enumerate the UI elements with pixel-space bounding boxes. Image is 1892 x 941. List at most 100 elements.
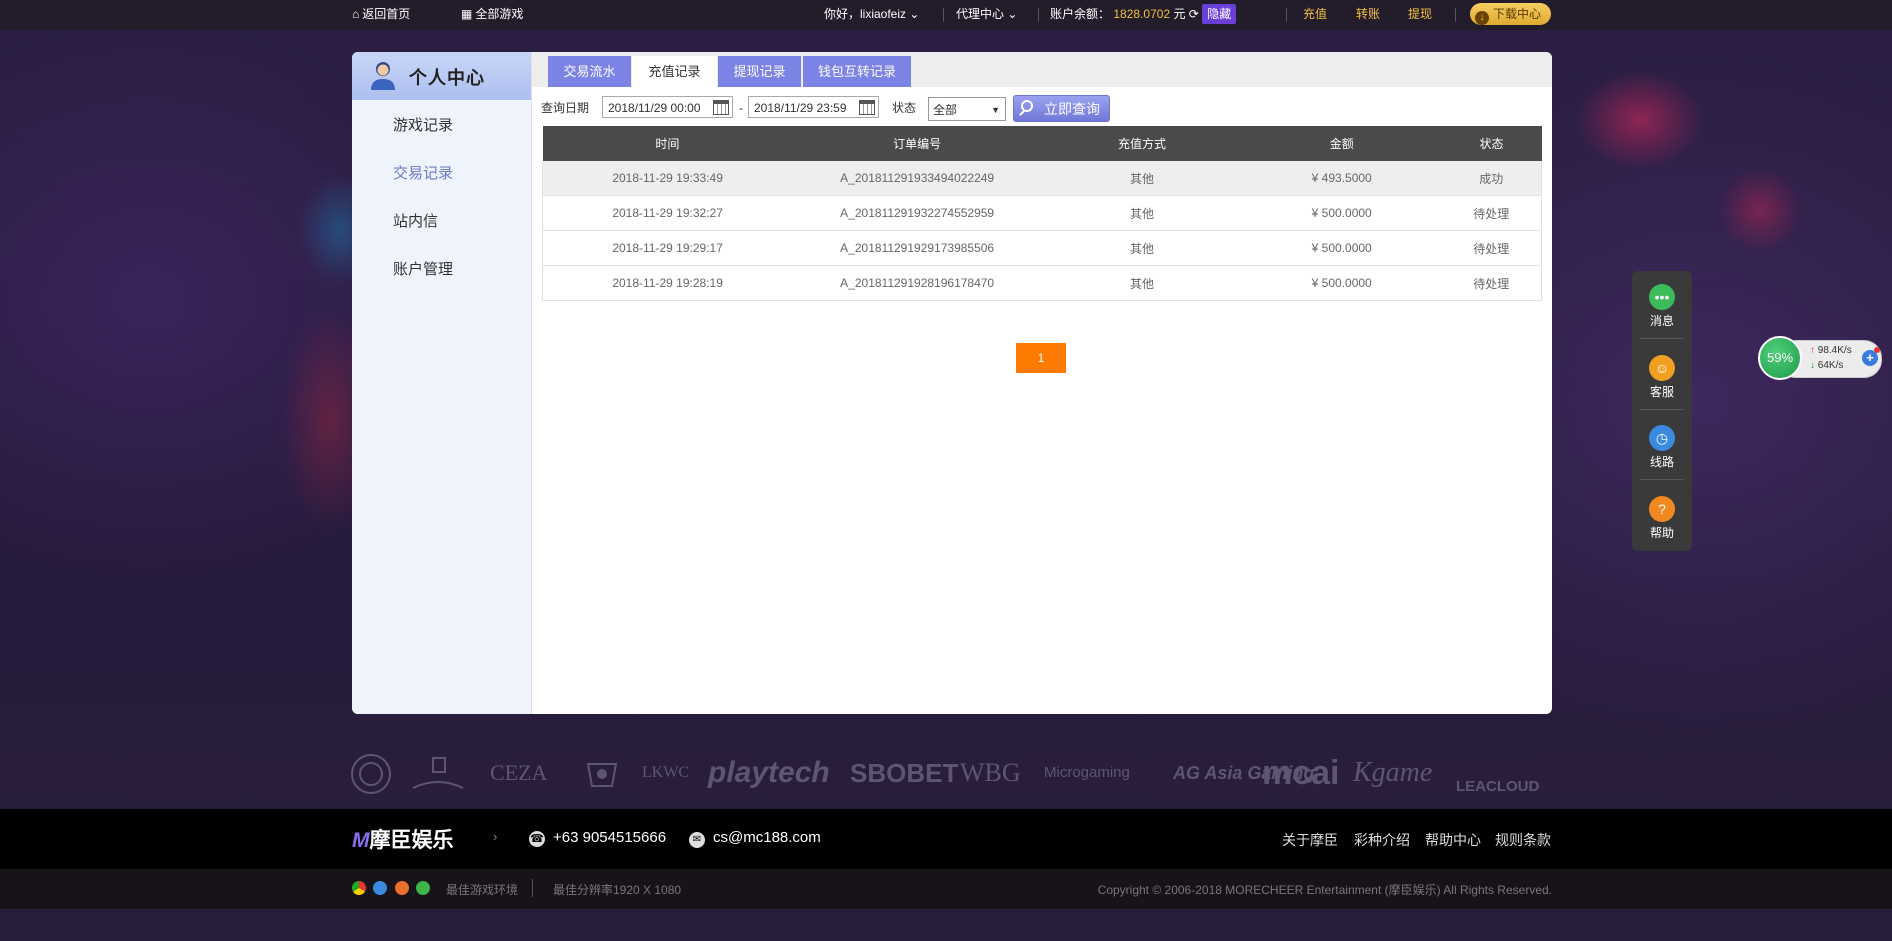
divider: [1455, 8, 1456, 22]
download-icon: ↓: [1475, 11, 1489, 25]
status-label: 状态: [892, 101, 917, 115]
footer-link-help[interactable]: 帮助中心: [1425, 830, 1481, 850]
footer-link-about[interactable]: 关于摩臣: [1282, 830, 1338, 850]
home-link[interactable]: ⌂ 返回首页: [352, 0, 410, 30]
cell-amount: ¥ 500.0000: [1241, 265, 1442, 301]
cell-order-no: A_201811291933494022249: [792, 161, 1043, 196]
dropdown-arrow-icon: ▼: [991, 105, 1000, 115]
footer-contact-bar: M摩臣娱乐 › ☎ +63 9054515666 ✉ cs@mc188.com 关于…: [0, 809, 1892, 869]
sidebar-title: 个人中心: [409, 68, 485, 88]
sidebar-item-inbox[interactable]: 站内信: [393, 210, 438, 231]
footer-link-terms[interactable]: 规则条款: [1495, 830, 1551, 850]
table-header-row: 时间 订单编号 充值方式 金额 状态: [542, 126, 1542, 161]
sidebar-item-game-records[interactable]: 游戏记录: [393, 114, 453, 135]
float-item-help[interactable]: ? 帮助: [1632, 496, 1692, 541]
crest-logo-icon: [408, 748, 468, 798]
col-header-order-no: 订单编号: [792, 126, 1043, 161]
date-label: 查询日期: [541, 101, 590, 115]
deposit-records-table: 时间 订单编号 充值方式 金额 状态 2018-11-29 19:33:49 A…: [542, 126, 1542, 301]
arrow-up-icon: ↑: [1810, 345, 1815, 356]
ie-icon: [373, 881, 388, 895]
float-item-support[interactable]: ☺ 客服: [1632, 355, 1692, 400]
footer-link-lottery[interactable]: 彩种介绍: [1354, 830, 1410, 850]
start-date-input[interactable]: 2018/11/29 00:00: [602, 96, 733, 118]
footer-phone: ☎ +63 9054515666: [529, 829, 667, 847]
logo-ceza: CEZA: [490, 760, 548, 785]
status-select[interactable]: 全部 ▼: [928, 97, 1006, 121]
pagination-page-1[interactable]: 1: [1016, 343, 1066, 373]
float-item-messages[interactable]: ••• 消息: [1632, 284, 1692, 329]
all-games-link[interactable]: ▦ 全部游戏: [461, 0, 523, 30]
cell-time: 2018-11-29 19:29:17: [542, 230, 793, 266]
agent-center-menu[interactable]: 代理中心 ⌄: [956, 0, 1017, 30]
firefox-icon: [394, 881, 409, 895]
sidebar-item-account[interactable]: 账户管理: [393, 258, 453, 279]
seal-logo-icon: [350, 748, 392, 798]
tab-wallet-transfer[interactable]: 钱包互转记录: [803, 56, 911, 87]
chevron-right-icon: ›: [493, 829, 498, 844]
withdraw-link[interactable]: 提现: [1408, 0, 1432, 30]
divider: [532, 879, 533, 897]
transfer-link[interactable]: 转账: [1356, 0, 1380, 30]
360-browser-icon: [416, 881, 431, 895]
browser-icons: [352, 881, 431, 898]
main-panel: 个人中心 游戏记录 交易记录 站内信 账户管理 交易流水 充值记录 提现记录 钱…: [352, 52, 1552, 714]
sidebar-header: 个人中心: [352, 52, 531, 100]
speed-percent: 59%: [1758, 336, 1802, 380]
hide-balance-button[interactable]: 隐藏: [1202, 4, 1237, 24]
logo-mcai: mcai: [1262, 754, 1340, 792]
tab-deposit-records[interactable]: 充值记录: [632, 56, 717, 87]
cell-method: 其他: [1042, 195, 1242, 231]
cell-status: 待处理: [1441, 195, 1542, 231]
best-resolution-text: 最佳分辨率1920 X 1080: [553, 883, 682, 897]
deposit-link[interactable]: 充值: [1303, 0, 1327, 30]
calendar-icon[interactable]: [859, 100, 875, 115]
logo-microgaming: Microgaming: [1044, 764, 1130, 781]
user-menu[interactable]: 你好，lixiaofeiz ⌄: [824, 0, 919, 30]
tab-withdraw-records[interactable]: 提现记录: [718, 56, 801, 87]
tab-bar: 交易流水 充值记录 提现记录 钱包互转记录: [532, 52, 1552, 87]
download-center-button[interactable]: ↓ 下载中心: [1470, 3, 1551, 25]
cell-method: 其他: [1042, 230, 1242, 266]
sidebar-item-transaction-records[interactable]: 交易记录: [393, 162, 453, 183]
cell-method: 其他: [1042, 265, 1242, 301]
help-icon: ?: [1649, 496, 1675, 522]
notification-dot: [1874, 347, 1880, 353]
balance-display: 账户余额： 1828.0702 元 ⟳ 隐藏: [1050, 0, 1237, 30]
table-row: 2018-11-29 19:28:19 A_201811291928196178…: [542, 265, 1542, 301]
lion-crest-logo-icon: [582, 748, 622, 798]
table-row: 2018-11-29 19:33:49 A_201811291933494022…: [542, 161, 1542, 196]
refresh-icon[interactable]: ⟳: [1189, 7, 1199, 21]
divider: [1640, 409, 1684, 410]
cell-status: 待处理: [1441, 230, 1542, 266]
date-separator: -: [739, 101, 743, 115]
route-icon: ◷: [1649, 425, 1675, 451]
copyright-text: Copyright © 2006-2018 MORECHEER Entertai…: [1097, 883, 1552, 897]
arrow-down-icon: ↓: [1810, 360, 1815, 371]
top-bar: ⌂ 返回首页 ▦ 全部游戏 你好，lixiaofeiz ⌄ 代理中心 ⌄ 账户余额：…: [0, 0, 1892, 30]
table-row: 2018-11-29 19:29:17 A_201811291929173985…: [542, 230, 1542, 266]
cell-time: 2018-11-29 19:33:49: [542, 161, 793, 196]
chevron-down-icon: ⌄: [1007, 7, 1018, 21]
cell-time: 2018-11-29 19:28:19: [542, 265, 793, 301]
filter-bar: 查询日期 2018/11/29 00:00 - 2018/11/29 23:59…: [541, 94, 1541, 122]
col-header-amount: 金额: [1241, 126, 1442, 161]
chrome-icon: [352, 881, 366, 895]
best-environment-text: 最佳游戏环境: [446, 883, 519, 897]
tab-transaction-flow[interactable]: 交易流水: [548, 56, 631, 87]
query-button[interactable]: 立即查询: [1013, 95, 1110, 122]
brand-mark-icon: M: [352, 829, 370, 852]
end-date-input[interactable]: 2018/11/29 23:59: [748, 96, 879, 118]
calendar-icon[interactable]: [713, 100, 729, 115]
divider: [943, 8, 944, 22]
footer-bottom-bar: 最佳游戏环境 最佳分辨率1920 X 1080 Copyright © 2006…: [0, 869, 1892, 909]
cell-order-no: A_201811291928196178470: [792, 265, 1043, 301]
float-item-routes[interactable]: ◷ 线路: [1632, 425, 1692, 470]
cell-amount: ¥ 500.0000: [1241, 195, 1442, 231]
cell-status: 成功: [1441, 161, 1542, 196]
home-icon: ⌂: [352, 7, 360, 21]
upload-speed: ↑ 98.4K/s: [1810, 345, 1852, 356]
download-speed: ↓ 64K/s: [1810, 360, 1844, 371]
footer-email: ✉ cs@mc188.com: [689, 829, 821, 848]
network-speed-widget[interactable]: ↑ 98.4K/s ↓ 64K/s + 59%: [1758, 336, 1882, 380]
